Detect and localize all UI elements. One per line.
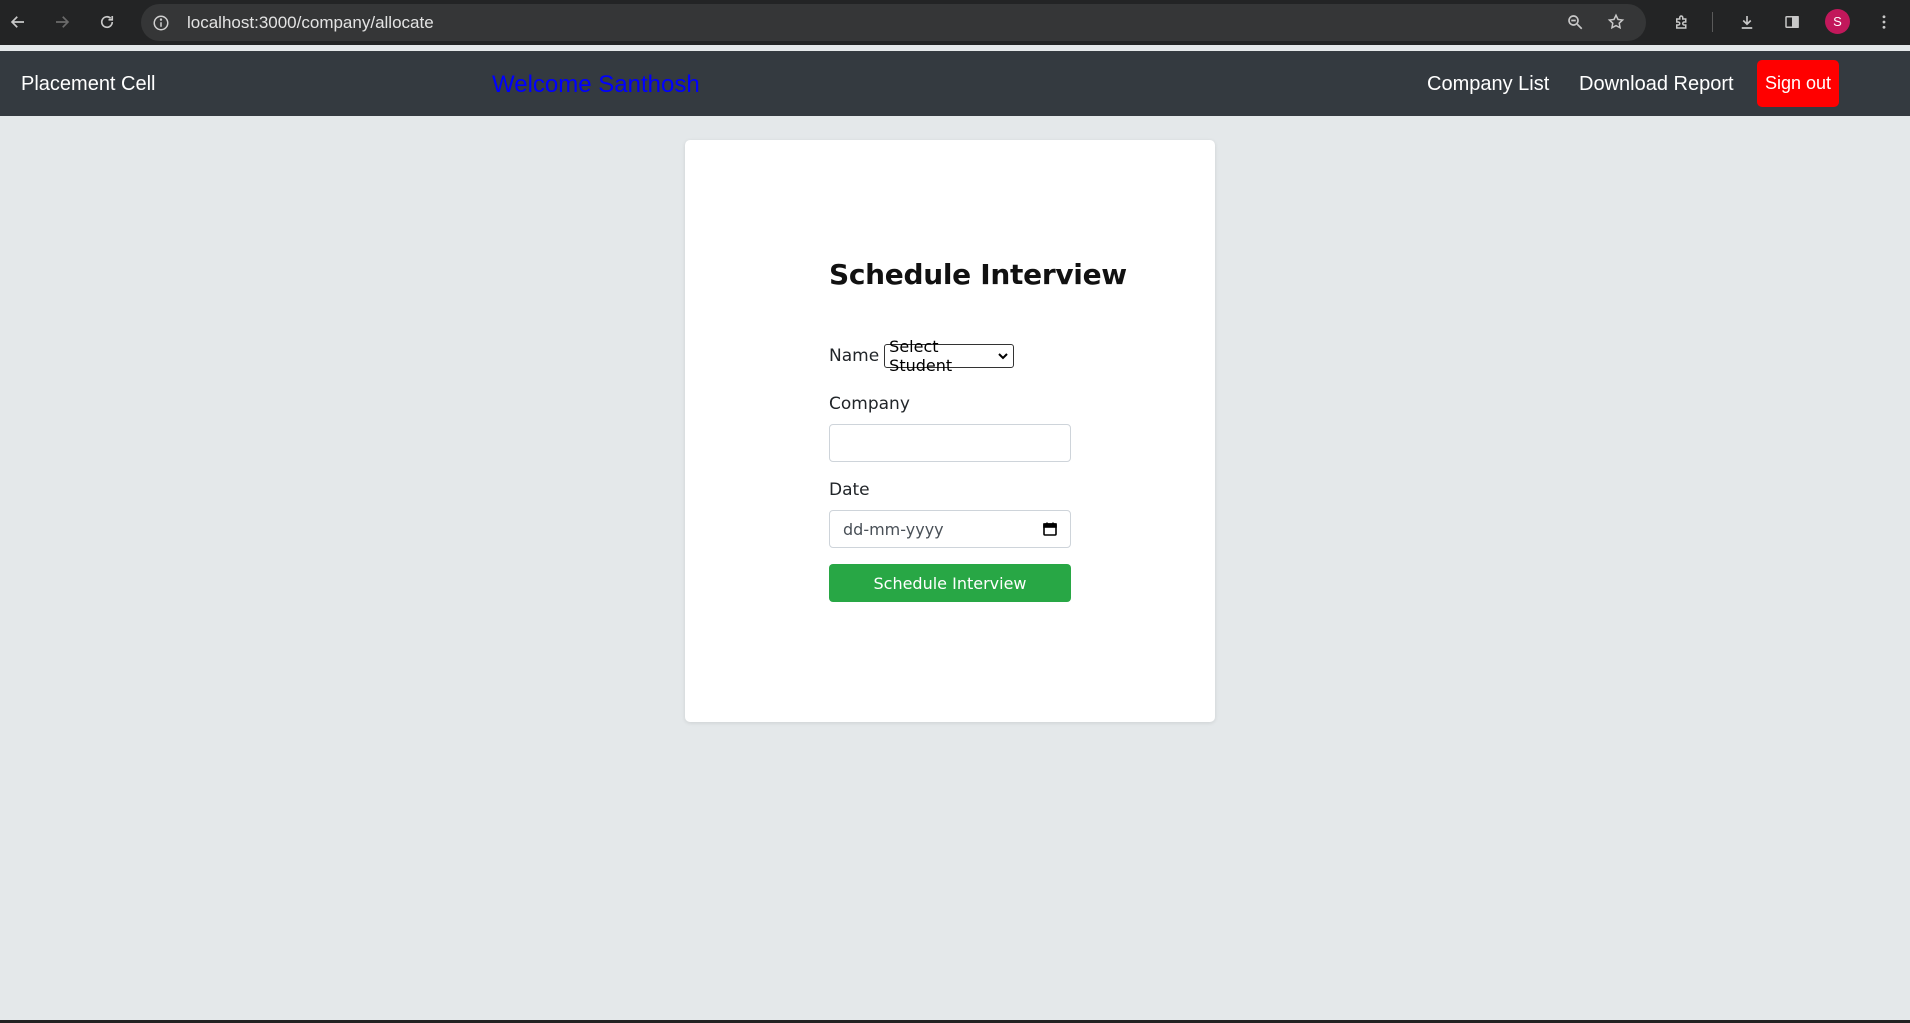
date-placeholder: dd-mm-yyyy [843, 519, 944, 539]
welcome-message: Welcome Santhosh [492, 71, 700, 98]
student-select-value: Select Student [889, 337, 953, 375]
chevron-down-icon [997, 347, 1009, 366]
forward-icon[interactable] [48, 8, 76, 36]
reload-icon[interactable] [93, 8, 121, 36]
student-select[interactable]: Select Student [884, 337, 1015, 375]
calendar-icon[interactable] [1042, 521, 1058, 537]
side-panel-icon[interactable] [1778, 8, 1806, 36]
name-row: Name Select Student [829, 337, 1015, 375]
url-text[interactable]: localhost:3000/company/allocate [187, 13, 434, 33]
schedule-interview-card: Schedule Interview Name Select Student C… [685, 140, 1215, 722]
extensions-icon[interactable] [1668, 8, 1696, 36]
profile-avatar[interactable]: S [1825, 9, 1850, 34]
site-info-icon[interactable] [148, 10, 173, 35]
sign-out-button[interactable]: Sign out [1757, 60, 1839, 107]
toolbar-divider [1712, 12, 1713, 32]
app-navbar: Placement Cell Welcome Santhosh Company … [0, 51, 1910, 116]
menu-icon[interactable] [1870, 8, 1898, 36]
company-label: Company [829, 394, 910, 414]
zoom-icon[interactable] [1561, 8, 1589, 36]
date-label: Date [829, 480, 870, 500]
download-icon[interactable] [1733, 8, 1761, 36]
company-input[interactable] [829, 424, 1071, 462]
brand-title[interactable]: Placement Cell [21, 73, 156, 96]
name-label: Name [829, 346, 880, 366]
back-icon[interactable] [4, 8, 32, 36]
company-list-link[interactable]: Company List [1427, 73, 1549, 96]
browser-toolbar: localhost:3000/company/allocate S [0, 0, 1910, 45]
date-input[interactable]: dd-mm-yyyy [829, 510, 1071, 548]
schedule-interview-button[interactable]: Schedule Interview [829, 564, 1071, 602]
address-bar[interactable]: localhost:3000/company/allocate [141, 4, 1646, 41]
bookmark-star-icon[interactable] [1602, 8, 1630, 36]
download-report-link[interactable]: Download Report [1579, 73, 1734, 96]
form-title: Schedule Interview [829, 258, 1127, 291]
